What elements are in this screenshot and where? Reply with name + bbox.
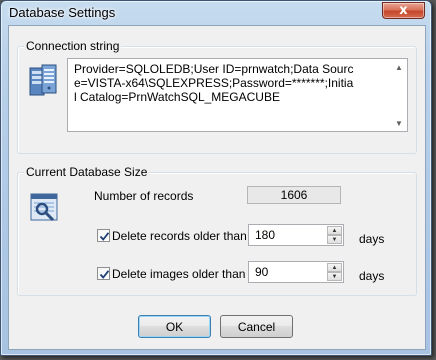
ok-button[interactable]: OK — [138, 315, 211, 338]
delete-images-unit: days — [359, 269, 385, 283]
checkmark-icon — [99, 270, 110, 279]
database-settings-icon — [30, 193, 58, 222]
number-of-records-label: Number of records — [94, 189, 194, 203]
delete-records-days-value[interactable]: 180 — [255, 228, 275, 242]
cancel-button[interactable]: Cancel — [220, 315, 293, 338]
connection-string-field[interactable]: Provider=SQLOLEDB;User ID=prnwatch;Data … — [67, 58, 408, 132]
title-bar[interactable]: Database Settings x — [1, 1, 431, 25]
delete-images-spin-buttons[interactable]: ▲ ▼ — [327, 263, 342, 281]
scroll-down-icon[interactable]: ▼ — [391, 115, 407, 131]
delete-records-unit: days — [359, 232, 385, 246]
connection-string-group: Connection string Provider=SQLOLEDB;User… — [17, 39, 417, 154]
connection-string-group-label: Connection string — [24, 39, 122, 53]
delete-records-spin-buttons[interactable]: ▲ ▼ — [327, 226, 342, 244]
delete-images-days-stepper[interactable]: 90 ▲ ▼ — [248, 261, 344, 283]
close-button[interactable]: x — [382, 2, 425, 19]
connection-string-text[interactable]: Provider=SQLOLEDB;User ID=prnwatch;Data … — [74, 62, 354, 104]
delete-records-days-stepper[interactable]: 180 ▲ ▼ — [248, 224, 344, 246]
scroll-up-icon[interactable]: ▲ — [391, 59, 407, 75]
database-size-group-label: Current Database Size — [24, 165, 150, 179]
server-icon — [29, 64, 57, 96]
spin-down-icon[interactable]: ▼ — [327, 235, 342, 244]
delete-records-checkbox[interactable] — [97, 229, 110, 242]
spin-down-icon[interactable]: ▼ — [327, 272, 342, 281]
spin-up-icon[interactable]: ▲ — [327, 226, 342, 235]
database-size-group: Current Database Size Number of records … — [17, 165, 417, 296]
connection-scrollbar[interactable]: ▲ ▼ — [391, 59, 407, 131]
dialog-window: Database Settings x Connection string Pr… — [0, 0, 432, 356]
delete-images-label[interactable]: Delete images older than — [112, 267, 245, 281]
close-icon: x — [399, 3, 408, 18]
window-title: Database Settings — [9, 5, 116, 20]
spin-up-icon[interactable]: ▲ — [327, 263, 342, 272]
dialog-client-area: Connection string Provider=SQLOLEDB;User… — [8, 25, 426, 350]
delete-images-days-value[interactable]: 90 — [255, 265, 268, 279]
number-of-records-value: 1606 — [247, 186, 341, 204]
delete-records-label[interactable]: Delete records older than — [112, 229, 247, 243]
delete-images-checkbox[interactable] — [97, 267, 110, 280]
checkmark-icon — [99, 232, 110, 241]
